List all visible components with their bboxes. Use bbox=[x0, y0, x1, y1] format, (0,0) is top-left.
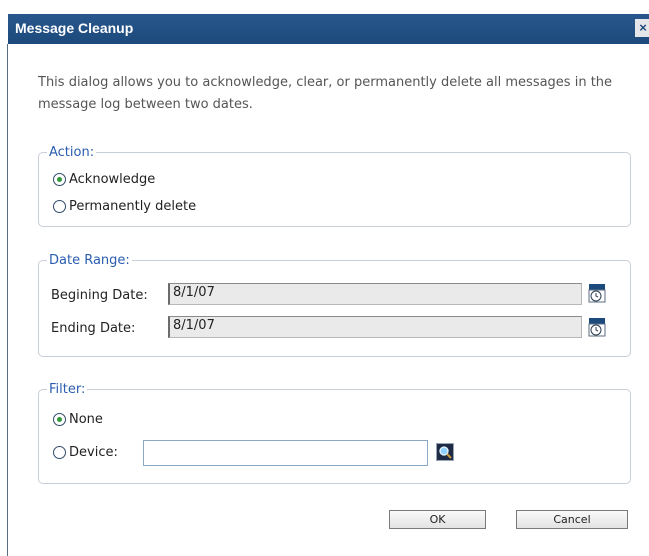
date-range-legend: Date Range: bbox=[49, 253, 130, 268]
radio-device[interactable]: Device: bbox=[53, 445, 118, 460]
device-input[interactable] bbox=[143, 440, 428, 466]
dialog-description: This dialog allows you to acknowledge, c… bbox=[38, 75, 613, 112]
ok-button[interactable]: OK bbox=[389, 510, 486, 529]
background-window-edge bbox=[0, 0, 8, 556]
radio-label-device: Device: bbox=[69, 445, 118, 460]
radio-button-selected[interactable] bbox=[53, 173, 66, 186]
radio-button[interactable] bbox=[53, 200, 66, 213]
cancel-button[interactable]: Cancel bbox=[516, 510, 628, 529]
radio-button-selected[interactable] bbox=[53, 413, 66, 426]
calendar-icon[interactable] bbox=[588, 283, 606, 303]
radio-permanently-delete[interactable]: Permanently delete bbox=[53, 199, 196, 214]
radio-button[interactable] bbox=[53, 446, 66, 459]
radio-label-none: None bbox=[69, 412, 103, 427]
ending-date-label: Ending Date: bbox=[51, 321, 136, 336]
dialog-title: Message Cleanup bbox=[15, 20, 134, 36]
radio-label-acknowledge: Acknowledge bbox=[69, 172, 156, 187]
search-icon[interactable] bbox=[436, 443, 454, 461]
close-icon[interactable]: × bbox=[635, 19, 649, 37]
radio-none[interactable]: None bbox=[53, 412, 103, 427]
beginning-date-label: Begining Date: bbox=[51, 288, 148, 303]
radio-acknowledge[interactable]: Acknowledge bbox=[53, 172, 155, 187]
dialog-titlebar: Message Cleanup × bbox=[8, 14, 649, 44]
filter-group: Filter: bbox=[38, 382, 631, 484]
calendar-icon[interactable] bbox=[588, 317, 606, 337]
action-legend: Action: bbox=[49, 145, 95, 160]
beginning-date-field[interactable]: 8/1/07 bbox=[168, 283, 582, 305]
radio-label-permanently-delete: Permanently delete bbox=[69, 199, 197, 214]
ending-date-field[interactable]: 8/1/07 bbox=[168, 316, 582, 338]
filter-legend: Filter: bbox=[49, 382, 86, 397]
date-range-group: Date Range: bbox=[38, 253, 631, 357]
